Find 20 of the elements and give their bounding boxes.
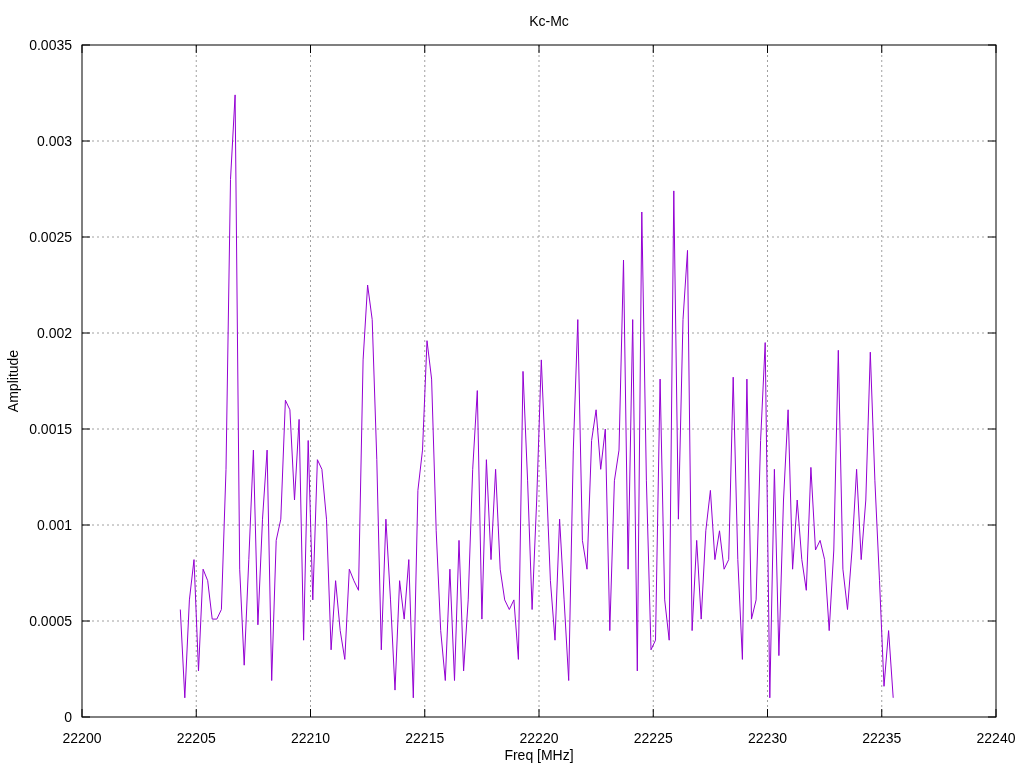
x-tick-label: 22240 <box>976 730 1016 746</box>
y-tick-label: 0.0035 <box>29 37 72 53</box>
x-tick-label: 22200 <box>62 730 102 746</box>
x-tick-label: 22230 <box>748 730 787 746</box>
x-tick-label: 22215 <box>405 730 445 746</box>
chart-title: Kc-Mc <box>529 13 569 29</box>
y-tick-label: 0.0005 <box>29 613 72 629</box>
y-tick-label: 0.002 <box>36 325 72 341</box>
y-tick-label: 0.0015 <box>29 421 72 437</box>
x-tick-label: 22205 <box>176 730 216 746</box>
x-tick-label: 22210 <box>291 730 330 746</box>
y-tick-label: 0.003 <box>36 133 72 149</box>
y-tick-label: 0.0025 <box>29 229 72 245</box>
y-axis-title: Amplitude <box>5 349 21 413</box>
x-axis-title: Freq [MHz] <box>504 747 574 763</box>
x-tick-label: 22220 <box>519 730 559 746</box>
x-tick-label: 22225 <box>633 730 673 746</box>
y-tick-label: 0 <box>64 709 72 725</box>
x-tick-label: 22235 <box>862 730 902 746</box>
y-tick-label: 0.001 <box>36 517 72 533</box>
